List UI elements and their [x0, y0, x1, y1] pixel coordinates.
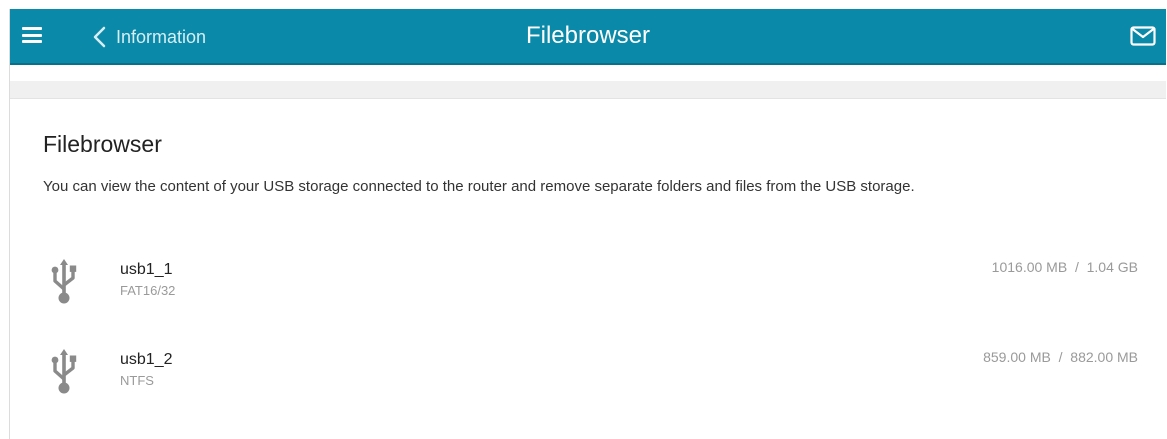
chevron-left-icon	[93, 26, 106, 48]
mail-icon[interactable]	[1130, 26, 1156, 46]
storage-filesystem: NTFS	[120, 373, 154, 388]
subheader-strip	[10, 81, 1166, 99]
storage-filesystem: FAT16/32	[120, 283, 176, 298]
storage-total: 1.04 GB	[1086, 259, 1138, 275]
back-button[interactable]: Information	[92, 23, 206, 51]
storage-used: 859.00 MB	[983, 349, 1051, 365]
top-bar: Information Filebrowser	[10, 9, 1166, 65]
hamburger-icon[interactable]	[22, 27, 42, 43]
back-label: Information	[116, 26, 207, 47]
storage-used: 1016.00 MB	[991, 259, 1068, 275]
storage-usage: 1016.00 MB / 1.04 GB	[991, 259, 1138, 275]
storage-total: 882.00 MB	[1070, 349, 1138, 365]
storage-item[interactable]: usb1_1 FAT16/32 1016.00 MB / 1.04 GB	[10, 257, 1166, 317]
usb-icon	[51, 259, 77, 304]
storage-usage: 859.00 MB / 882.00 MB	[983, 349, 1138, 365]
storage-name: usb1_1	[120, 261, 173, 278]
section-description: You can view the content of your USB sto…	[43, 178, 915, 195]
section-title: Filebrowser	[43, 131, 162, 157]
storage-name: usb1_2	[120, 351, 173, 368]
storage-item[interactable]: usb1_2 NTFS 859.00 MB / 882.00 MB	[10, 347, 1166, 407]
usb-icon	[51, 349, 77, 394]
app-window: Information Filebrowser Filebrowser You …	[9, 9, 1166, 439]
